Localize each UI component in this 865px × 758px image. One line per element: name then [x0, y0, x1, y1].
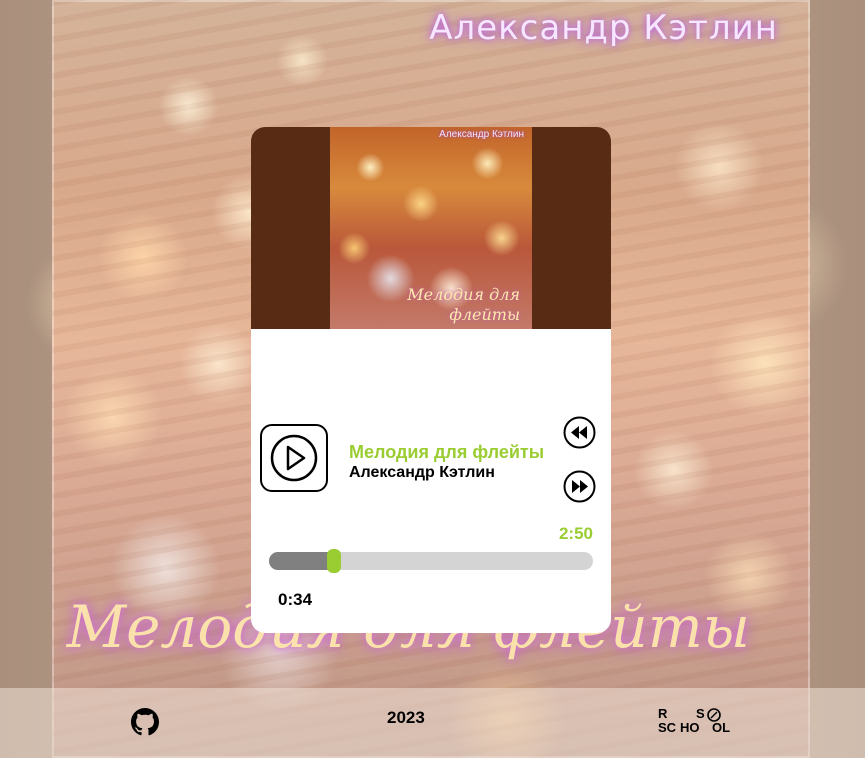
album-cover: Александр Кэтлин Мелодия для флейты — [330, 127, 532, 329]
cover-artist: Александр Кэтлин — [439, 129, 524, 140]
audio-player: Александр Кэтлин Мелодия для флейты Мело… — [251, 127, 611, 633]
svg-text:HO: HO — [680, 720, 700, 735]
footer: 2023 R S SC HO OL — [0, 688, 865, 758]
fast-forward-icon — [563, 470, 596, 503]
play-button[interactable] — [260, 424, 328, 492]
svg-text:SC: SC — [658, 720, 677, 735]
svg-text:R: R — [658, 706, 668, 721]
progress-thumb[interactable] — [326, 549, 341, 573]
progress-fill — [269, 552, 334, 570]
progress-bar[interactable] — [269, 549, 593, 573]
rs-school-logo: R S SC HO OL — [658, 706, 730, 735]
track-title: Мелодия для флейты — [349, 442, 545, 462]
current-time: 0:34 — [278, 590, 313, 609]
svg-text:S: S — [696, 706, 705, 721]
track-duration: 2:50 — [558, 524, 593, 543]
github-icon — [131, 708, 159, 736]
artist-header: Александр Кэтлин — [429, 8, 778, 48]
next-button[interactable] — [563, 470, 596, 503]
github-link[interactable] — [131, 708, 159, 736]
play-icon — [270, 434, 318, 482]
cover-area: Александр Кэтлин Мелодия для флейты — [251, 127, 611, 329]
rewind-icon — [563, 416, 596, 449]
rs-school-link[interactable]: R S SC HO OL — [657, 706, 735, 736]
cover-title: Мелодия для флейты — [407, 285, 520, 324]
track-artist: Александр Кэтлин — [349, 464, 495, 481]
svg-text:OL: OL — [712, 720, 730, 735]
footer-year: 2023 — [387, 708, 425, 727]
previous-button[interactable] — [563, 416, 596, 449]
